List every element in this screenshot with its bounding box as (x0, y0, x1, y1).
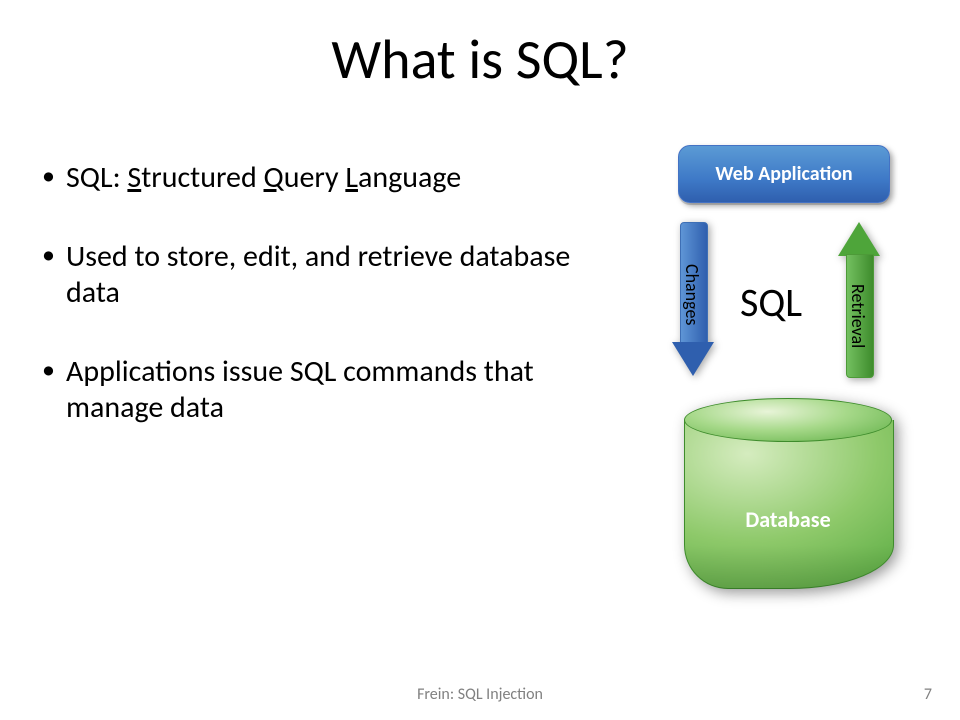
bullet-item: Used to store, edit, and retrieve databa… (38, 239, 598, 312)
retrieval-arrow-icon: Retrieval (838, 222, 880, 376)
text: uery (284, 159, 346, 196)
slide-title: What is SQL? (0, 26, 960, 94)
database-label: Database (684, 506, 892, 533)
underline-s: S (127, 159, 141, 196)
retrieval-label: Retrieval (849, 266, 869, 366)
bullet-item: SQL: Structured Query Language (38, 160, 598, 197)
bullet-item: Applications issue SQL commands that man… (38, 354, 598, 427)
changes-arrow-icon: Changes (672, 222, 714, 376)
changes-label: Changes (683, 250, 703, 340)
bullet-text: Used to store, edit, and retrieve databa… (66, 238, 570, 312)
footer-text: Frein: SQL Injection (0, 685, 960, 704)
text: tructured (141, 159, 263, 196)
slide: What is SQL? SQL: Structured Query Langu… (0, 0, 960, 720)
page-number: 7 (924, 685, 932, 704)
underline-q: Q (264, 159, 284, 196)
bullet-text: Applications issue SQL commands that man… (66, 353, 534, 427)
web-application-box: Web Application (678, 145, 890, 203)
underline-l: L (345, 159, 358, 196)
database-cylinder-icon: Database (684, 398, 892, 610)
web-application-label: Web Application (715, 162, 852, 186)
bullet-list: SQL: Structured Query Language Used to s… (38, 160, 598, 469)
text: anguage (358, 159, 461, 196)
bullet-text-prefix: SQL: (66, 159, 127, 196)
sql-center-label: SQL (740, 278, 802, 327)
